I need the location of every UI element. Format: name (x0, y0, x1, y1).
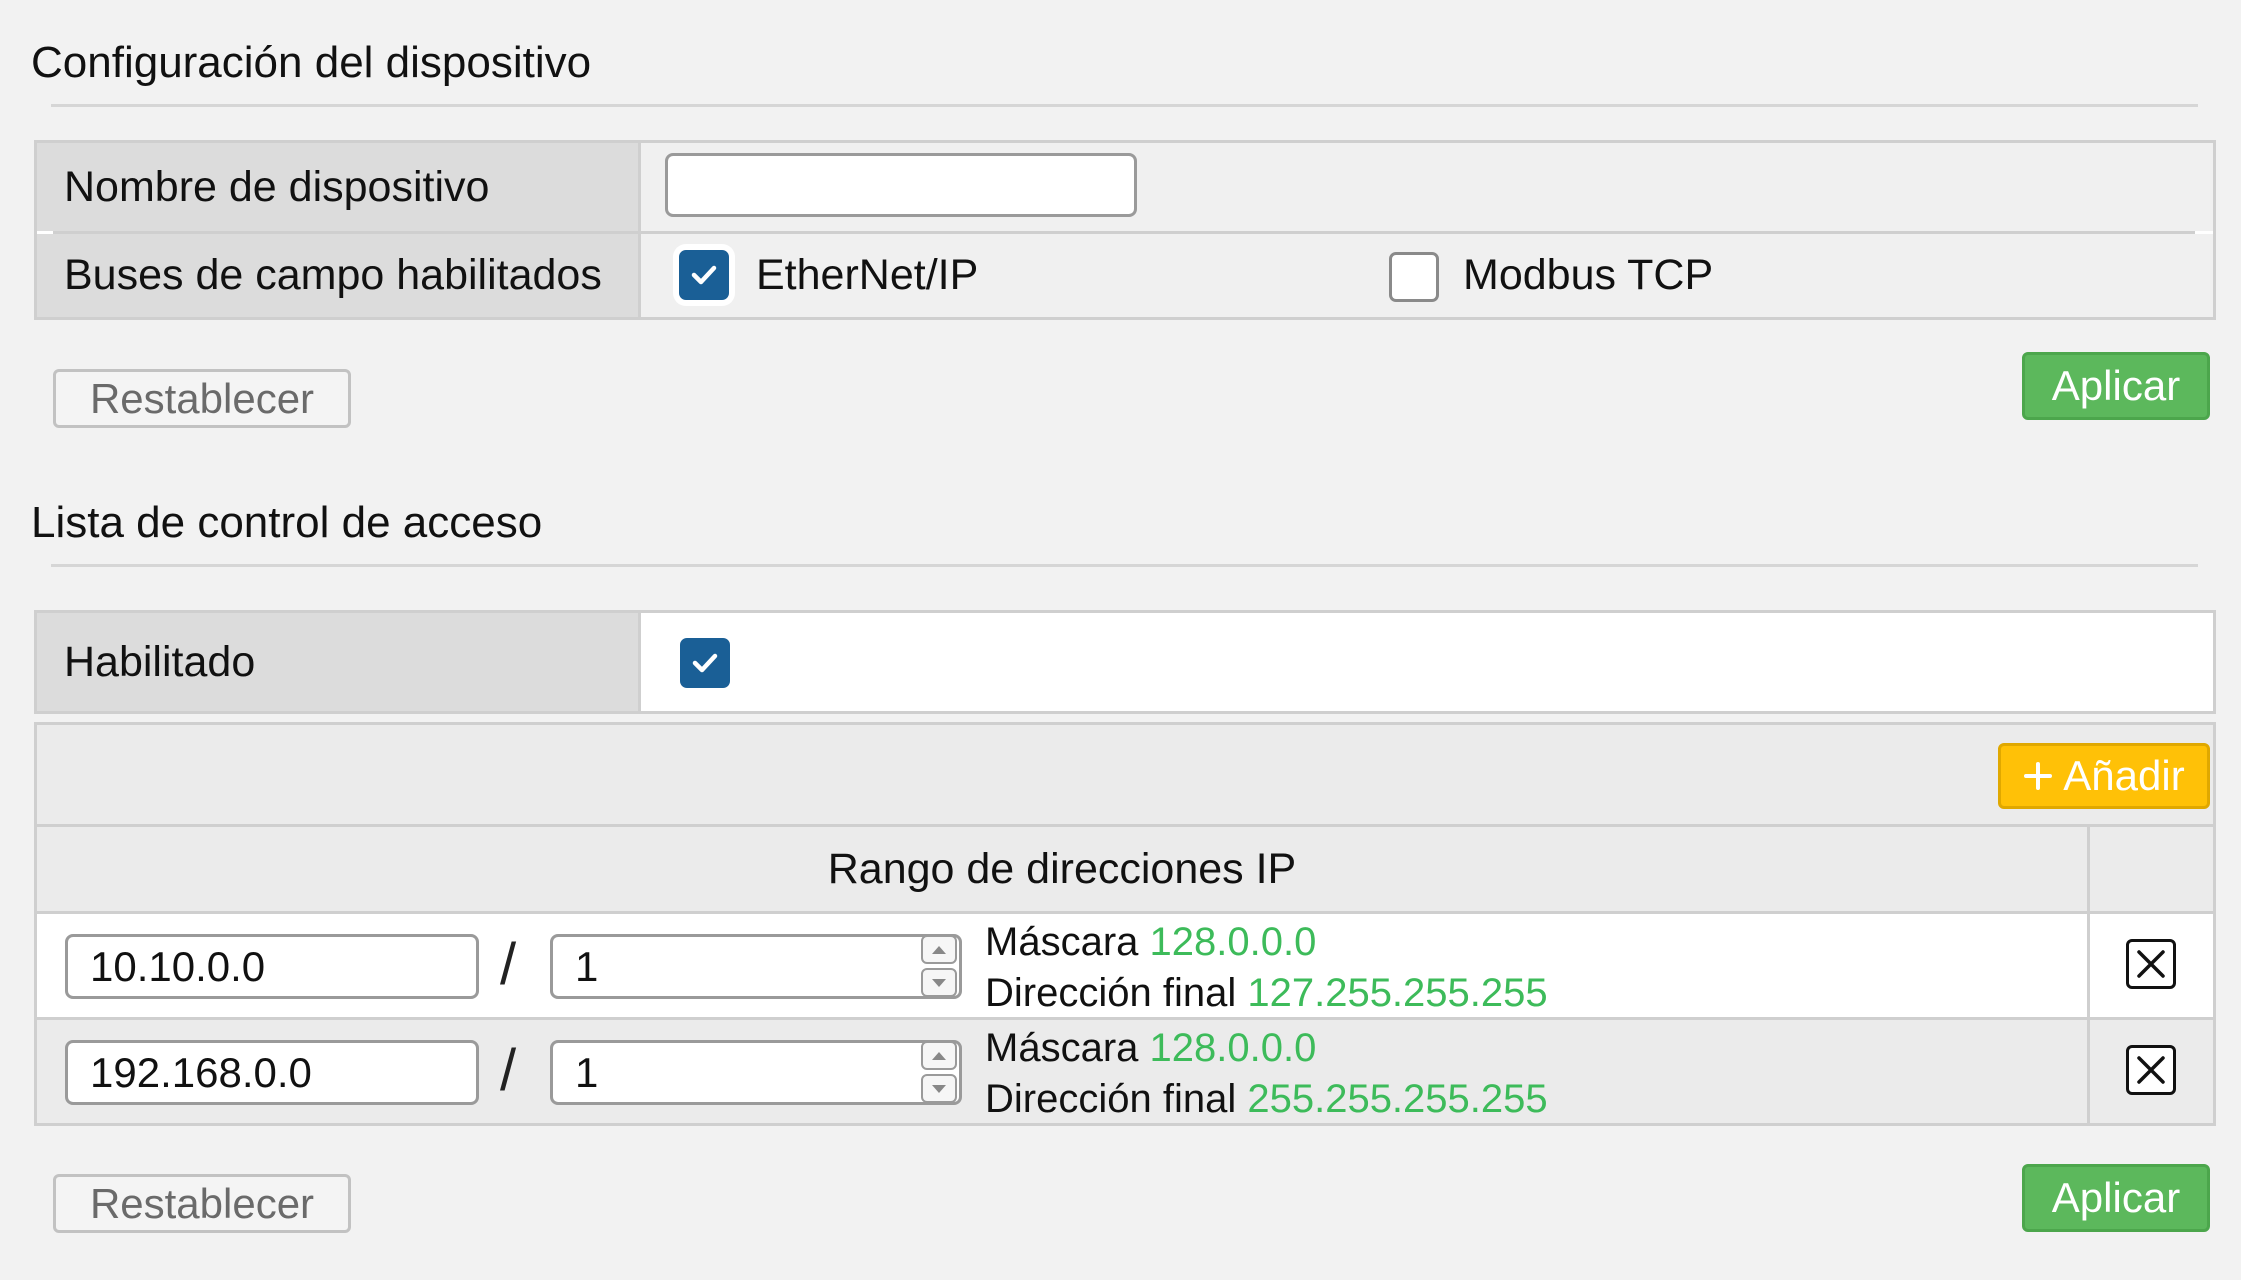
mask-line: Máscara 128.0.0.0 (985, 922, 1316, 962)
mask-value: 128.0.0.0 (1149, 1026, 1317, 1070)
acl-enabled-cell (641, 613, 2213, 711)
prefix-input[interactable] (550, 934, 962, 999)
fieldbus-cell: EtherNet/IP Modbus TCP (641, 234, 2213, 317)
device-config-title: Configuración del dispositivo (31, 38, 592, 87)
end-address-value: 255.255.255.255 (1247, 1077, 1548, 1121)
acl-enabled-panel: Habilitado (34, 610, 2216, 714)
acl-title: Lista de control de acceso (31, 498, 543, 547)
column-divider (2087, 1020, 2090, 1123)
device-reset-button[interactable]: Restablecer (53, 369, 351, 428)
spin-up-button[interactable] (921, 935, 957, 964)
ip-range-column-header: Rango de direcciones IP (37, 827, 2087, 911)
ethernet-ip-label: EtherNet/IP (756, 251, 979, 299)
acl-toolbar: Añadir (37, 725, 2213, 824)
device-name-label: Nombre de dispositivo (37, 143, 641, 231)
mask-label: Máscara (985, 920, 1139, 964)
device-name-cell (641, 143, 2213, 231)
ethernet-ip-checkbox[interactable] (679, 250, 729, 300)
add-range-button[interactable]: Añadir (1998, 743, 2210, 809)
end-address-label: Dirección final (985, 1077, 1237, 1121)
close-icon (2137, 950, 2165, 978)
mask-value: 128.0.0.0 (1149, 920, 1317, 964)
mask-label: Máscara (985, 1026, 1139, 1070)
fieldbus-label: Buses de campo habilitados (37, 234, 641, 317)
table-row: / Máscara 128.0.0.0 Dirección final 255.… (37, 1020, 2213, 1123)
delete-row-button[interactable] (2126, 939, 2176, 989)
check-icon (691, 265, 717, 285)
acl-enabled-label: Habilitado (37, 613, 641, 711)
spin-down-button[interactable] (921, 1074, 957, 1103)
modbus-tcp-label: Modbus TCP (1463, 251, 1714, 299)
prefix-spinner (921, 935, 957, 997)
end-address-line: Dirección final 255.255.255.255 (985, 1079, 1548, 1119)
end-address-label: Dirección final (985, 971, 1237, 1015)
ip-address-input[interactable] (65, 934, 479, 999)
add-range-label: Añadir (2063, 752, 2185, 799)
spin-down-button[interactable] (921, 968, 957, 997)
delete-row-button[interactable] (2126, 1045, 2176, 1095)
device-apply-button[interactable]: Aplicar (2022, 352, 2210, 420)
mask-line: Máscara 128.0.0.0 (985, 1028, 1316, 1068)
chevron-up-icon (932, 1051, 946, 1060)
check-icon (692, 653, 718, 673)
column-divider (2087, 914, 2090, 1017)
acl-table: Añadir Rango de direcciones IP / Máscara… (34, 722, 2216, 1126)
prefix-spinner (921, 1041, 957, 1103)
slash-separator: / (500, 932, 517, 997)
actions-column-header (2090, 827, 2213, 911)
device-name-input[interactable] (665, 153, 1137, 217)
end-address-line: Dirección final 127.255.255.255 (985, 973, 1548, 1013)
prefix-input[interactable] (550, 1040, 962, 1105)
slash-separator: / (500, 1038, 517, 1103)
close-icon (2137, 1056, 2165, 1084)
chevron-down-icon (932, 1084, 946, 1093)
acl-enabled-checkbox[interactable] (680, 638, 730, 688)
acl-reset-button[interactable]: Restablecer (53, 1174, 351, 1233)
chevron-up-icon (932, 945, 946, 954)
chevron-down-icon (932, 978, 946, 987)
end-address-value: 127.255.255.255 (1247, 971, 1548, 1015)
divider (51, 564, 2198, 567)
plus-icon (2024, 762, 2053, 790)
divider (51, 104, 2198, 107)
device-config-panel: Nombre de dispositivo Buses de campo hab… (34, 140, 2216, 320)
table-row: / Máscara 128.0.0.0 Dirección final 127.… (37, 914, 2213, 1017)
acl-apply-button[interactable]: Aplicar (2022, 1164, 2210, 1232)
modbus-tcp-checkbox[interactable] (1389, 252, 1439, 302)
spin-up-button[interactable] (921, 1041, 957, 1070)
ip-address-input[interactable] (65, 1040, 479, 1105)
